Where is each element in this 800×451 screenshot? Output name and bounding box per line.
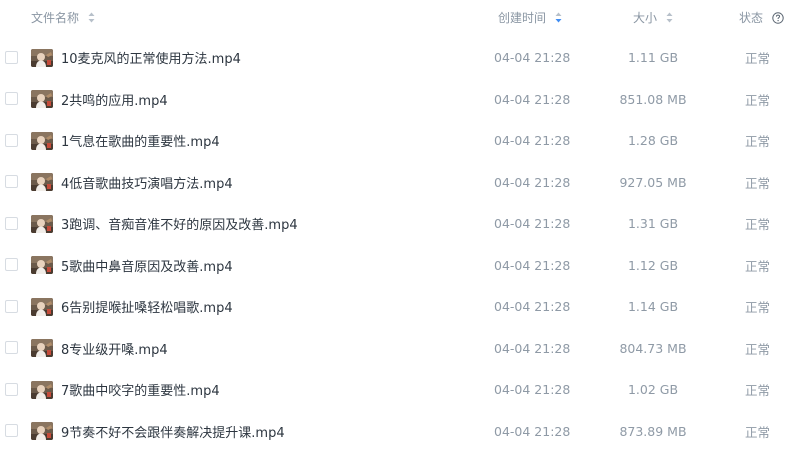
table-row[interactable]: 4低音歌曲技巧演唱方法.mp4 04-04 21:28 927.05 MB 正常: [0, 162, 800, 204]
file-created-time: 04-04 21:28: [494, 299, 571, 315]
video-thumbnail-icon: [31, 422, 53, 441]
sort-desc-icon[interactable]: [555, 12, 562, 23]
file-name[interactable]: 2共鸣的应用.mp4: [61, 79, 168, 121]
table-row[interactable]: 6告别提喉扯嗓轻松唱歌.mp4 04-04 21:28 1.14 GB 正常: [0, 286, 800, 328]
table-row[interactable]: 5歌曲中鼻音原因及改善.mp4 04-04 21:28 1.12 GB 正常: [0, 245, 800, 287]
row-checkbox[interactable]: [5, 92, 18, 106]
file-created-time: 04-04 21:28: [494, 257, 571, 273]
file-status: 正常: [745, 134, 771, 150]
sort-icon[interactable]: [666, 12, 673, 23]
column-header-name[interactable]: 文件名称: [31, 0, 95, 36]
file-size: 851.08 MB: [619, 91, 687, 107]
file-size: 1.14 GB: [627, 299, 679, 315]
video-thumbnail-icon: [31, 214, 53, 233]
row-checkbox[interactable]: [5, 341, 18, 355]
file-status: 正常: [745, 300, 771, 316]
file-name[interactable]: 10麦克风的正常使用方法.mp4: [61, 37, 241, 79]
row-checkbox[interactable]: [5, 133, 18, 147]
file-size: 1.31 GB: [627, 216, 679, 232]
video-thumbnail-icon: [31, 173, 53, 192]
row-checkbox[interactable]: [5, 175, 18, 189]
column-header-status: 状态: [739, 0, 784, 36]
file-size: 1.02 GB: [627, 382, 679, 398]
row-checkbox[interactable]: [5, 216, 18, 230]
file-status: 正常: [745, 341, 771, 357]
row-checkbox[interactable]: [5, 299, 18, 313]
file-size: 927.05 MB: [619, 174, 687, 190]
table-row[interactable]: 2共鸣的应用.mp4 04-04 21:28 851.08 MB 正常: [0, 79, 800, 121]
file-created-time: 04-04 21:28: [494, 174, 571, 190]
video-thumbnail-icon: [31, 90, 53, 109]
video-thumbnail-icon: [31, 297, 53, 316]
file-status: 正常: [745, 383, 771, 399]
file-name[interactable]: 7歌曲中咬字的重要性.mp4: [61, 369, 220, 411]
file-name[interactable]: 3跑调、音痴音准不好的原因及改善.mp4: [61, 203, 298, 245]
video-thumbnail-icon: [31, 131, 53, 150]
file-created-time: 04-04 21:28: [494, 91, 571, 107]
row-checkbox[interactable]: [5, 50, 18, 64]
column-header-size[interactable]: 大小: [633, 0, 673, 36]
table-row[interactable]: 10麦克风的正常使用方法.mp4 04-04 21:28 1.11 GB 正常: [0, 37, 800, 79]
file-created-time: 04-04 21:28: [494, 216, 571, 232]
file-created-time: 04-04 21:28: [494, 340, 571, 356]
file-status: 正常: [745, 51, 771, 67]
file-status: 正常: [745, 92, 771, 108]
file-status: 正常: [745, 258, 771, 274]
file-name[interactable]: 6告别提喉扯嗓轻松唱歌.mp4: [61, 286, 233, 328]
file-status: 正常: [745, 424, 771, 440]
column-header-name-label: 文件名称: [31, 11, 80, 25]
row-checkbox[interactable]: [5, 424, 18, 438]
file-name[interactable]: 8专业级开嗓.mp4: [61, 328, 168, 370]
column-header-status-label: 状态: [739, 11, 764, 25]
video-thumbnail-icon: [31, 380, 53, 399]
file-created-time: 04-04 21:28: [494, 423, 571, 439]
column-header-size-label: 大小: [633, 11, 658, 25]
file-size: 1.11 GB: [627, 50, 679, 66]
file-name[interactable]: 4低音歌曲技巧演唱方法.mp4: [61, 162, 233, 204]
file-created-time: 04-04 21:28: [494, 50, 571, 66]
file-size: 873.89 MB: [619, 423, 687, 439]
row-checkbox[interactable]: [5, 382, 18, 396]
file-created-time: 04-04 21:28: [494, 133, 571, 149]
file-size: 1.28 GB: [627, 133, 679, 149]
table-row[interactable]: 9节奏不好不会跟伴奏解决提升课.mp4 04-04 21:28 873.89 MB 正…: [0, 411, 800, 451]
table-header: 文件名称 创建时间 大小 状态: [0, 0, 800, 36]
video-thumbnail-icon: [31, 339, 53, 358]
file-size: 804.73 MB: [619, 340, 687, 356]
table-row[interactable]: 8专业级开嗓.mp4 04-04 21:28 804.73 MB 正常: [0, 328, 800, 370]
table-row[interactable]: 3跑调、音痴音准不好的原因及改善.mp4 04-04 21:28 1.31 GB 正常: [0, 203, 800, 245]
file-name[interactable]: 5歌曲中鼻音原因及改善.mp4: [61, 245, 233, 287]
file-name[interactable]: 9节奏不好不会跟伴奏解决提升课.mp4: [61, 411, 285, 451]
sort-icon[interactable]: [88, 12, 95, 23]
table-row[interactable]: 7歌曲中咬字的重要性.mp4 04-04 21:28 1.02 GB 正常: [0, 369, 800, 411]
file-status: 正常: [745, 175, 771, 191]
table-row[interactable]: 1气息在歌曲的重要性.mp4 04-04 21:28 1.28 GB 正常: [0, 120, 800, 162]
file-status: 正常: [745, 217, 771, 233]
file-name[interactable]: 1气息在歌曲的重要性.mp4: [61, 120, 220, 162]
video-thumbnail-icon: [31, 256, 53, 275]
column-header-time-label: 创建时间: [498, 11, 547, 25]
help-icon[interactable]: [772, 11, 784, 24]
row-checkbox[interactable]: [5, 258, 18, 272]
file-list-table: 文件名称 创建时间 大小 状态 10麦克风的正常使用方法.mp4 04-04 2…: [0, 0, 800, 451]
column-header-time[interactable]: 创建时间: [498, 0, 562, 36]
file-created-time: 04-04 21:28: [494, 382, 571, 398]
file-size: 1.12 GB: [627, 257, 679, 273]
video-thumbnail-icon: [31, 48, 53, 67]
